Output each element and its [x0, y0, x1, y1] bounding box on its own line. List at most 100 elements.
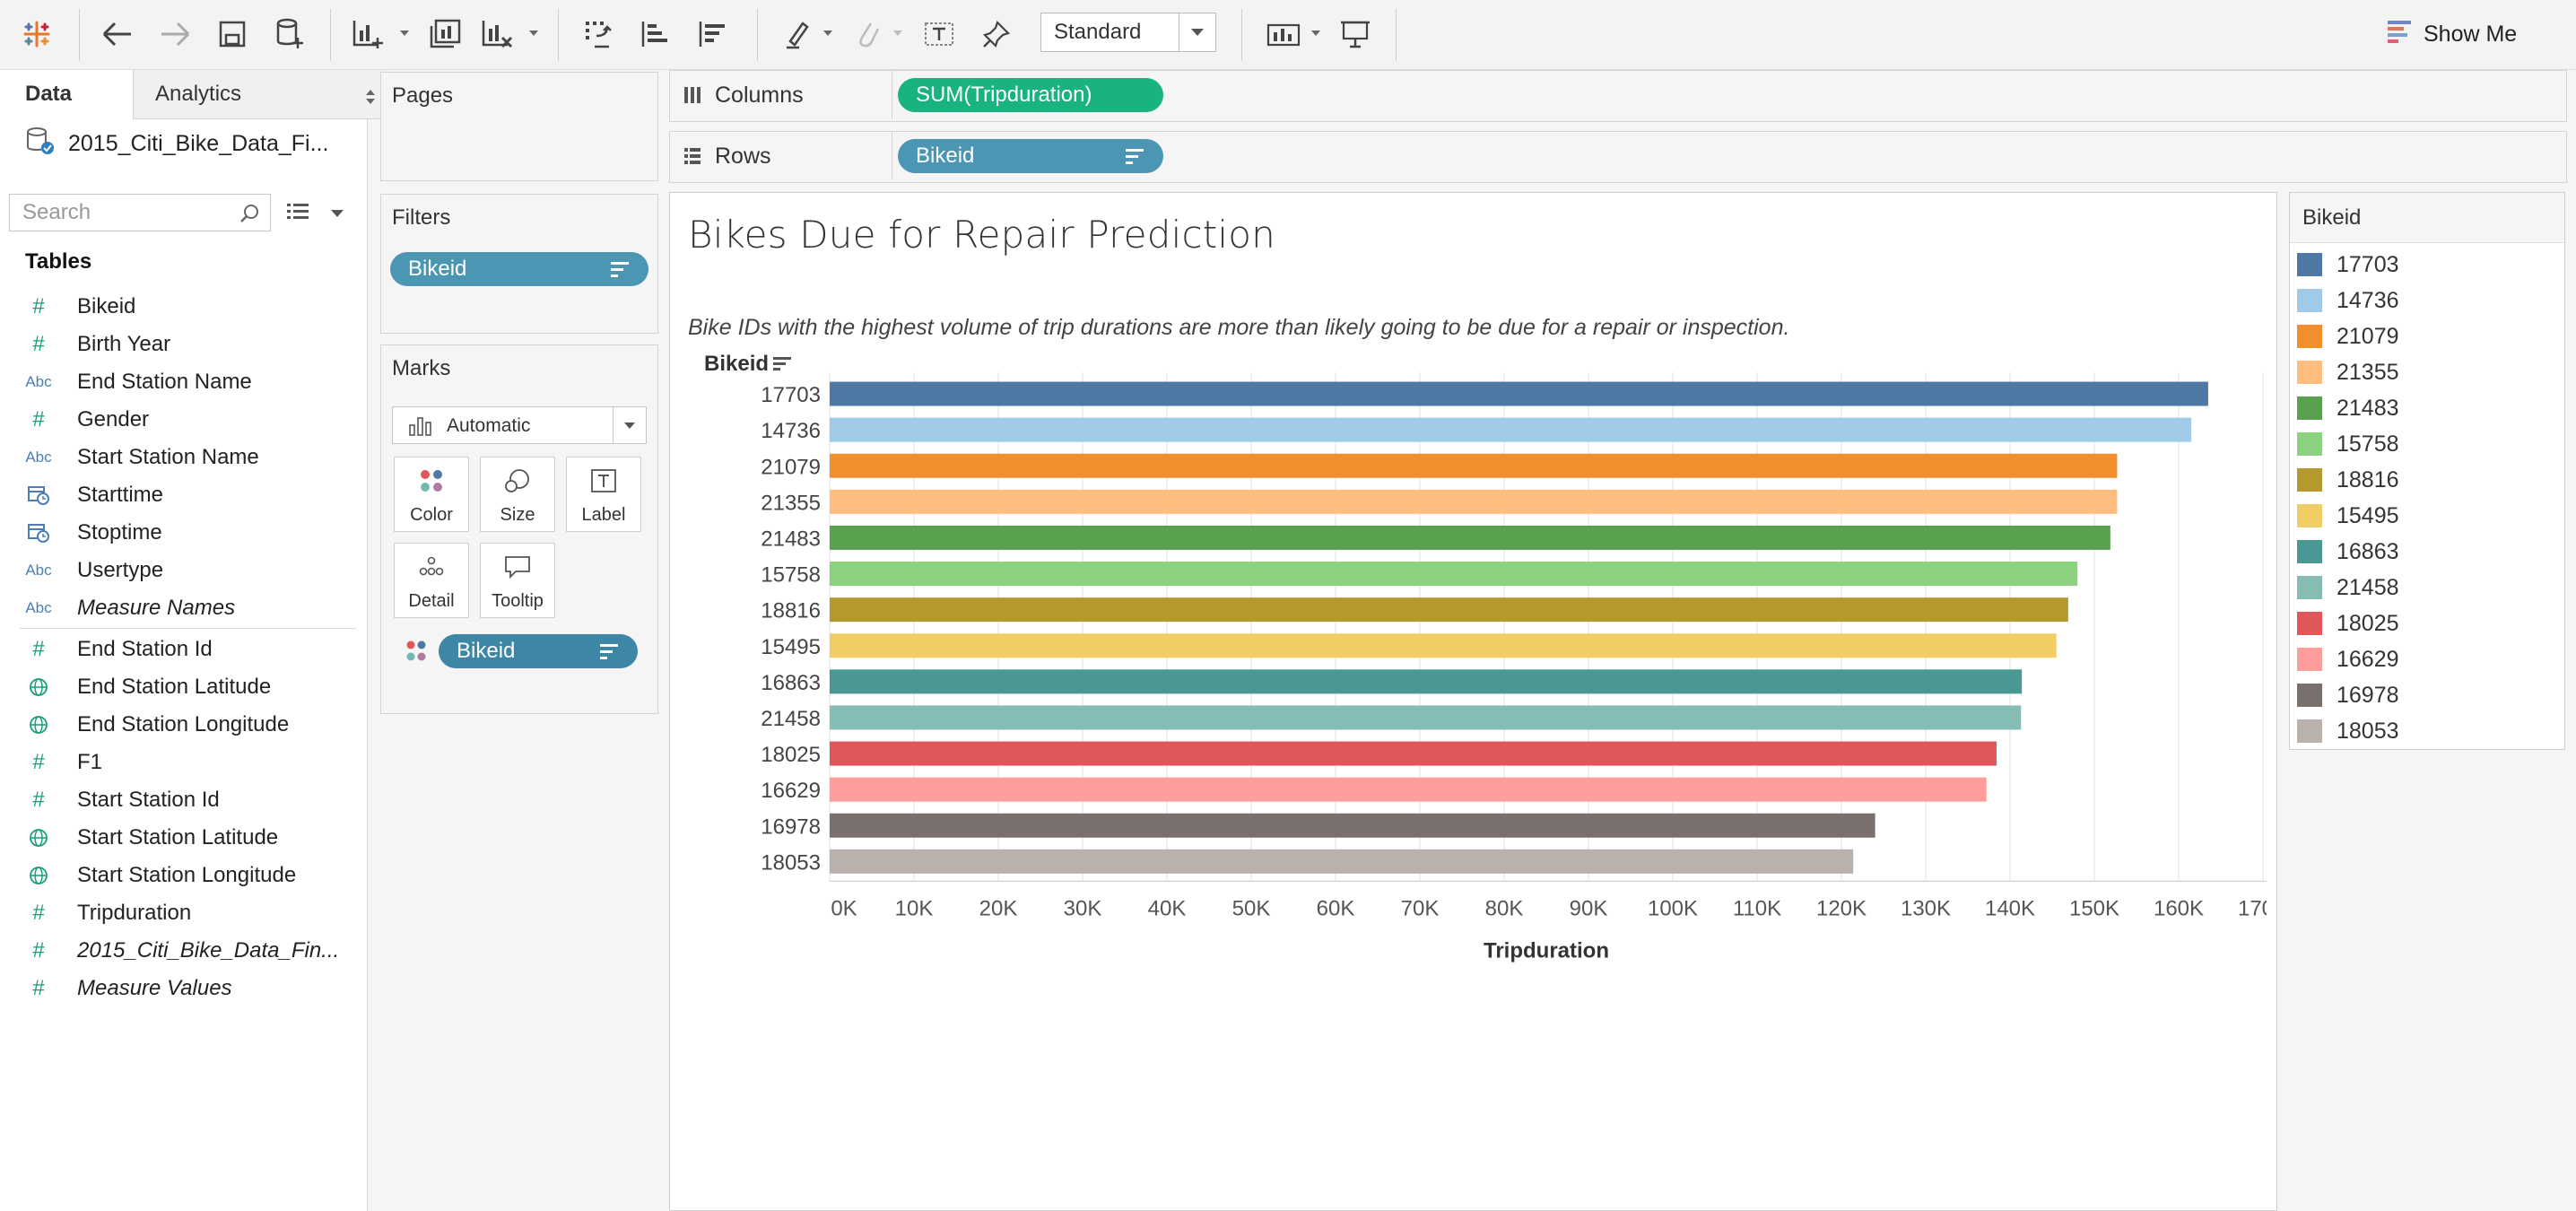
- legend-item[interactable]: 21483: [2297, 390, 2399, 426]
- bar-17703[interactable]: [830, 381, 2208, 406]
- bar-21458[interactable]: [830, 705, 2022, 730]
- legend-item[interactable]: 17703: [2297, 247, 2399, 283]
- legend-item[interactable]: 18025: [2297, 606, 2399, 641]
- field-item[interactable]: End Station Longitude: [0, 707, 289, 743]
- bar-16863[interactable]: [830, 669, 2023, 694]
- bar-14736[interactable]: [830, 417, 2192, 442]
- bar-15758[interactable]: [830, 562, 2078, 587]
- new-worksheet-icon[interactable]: [348, 13, 389, 56]
- field-item[interactable]: End Station Latitude: [0, 669, 271, 705]
- field-item[interactable]: Abc Measure Names: [0, 590, 235, 626]
- show-me-button[interactable]: Show Me: [2386, 13, 2517, 56]
- legend-item[interactable]: 21458: [2297, 570, 2399, 606]
- rows-shelf[interactable]: Rows Bikeid: [669, 131, 2567, 183]
- geographic-type-icon: [0, 827, 77, 849]
- search-input[interactable]: Search: [9, 194, 271, 231]
- bar-16978[interactable]: [830, 813, 1875, 838]
- bar-21483[interactable]: [830, 525, 2110, 550]
- bar-18053[interactable]: [830, 849, 1854, 874]
- field-item[interactable]: # Measure Values: [0, 971, 231, 1006]
- legend-item[interactable]: 16863: [2297, 534, 2399, 570]
- legend-item[interactable]: 18816: [2297, 462, 2399, 498]
- field-item[interactable]: Start Station Longitude: [0, 858, 296, 893]
- show-cards-icon[interactable]: [1261, 13, 1306, 56]
- bar-chart[interactable]: Bikeid 17703 14736 21079 21355 21483 15758 1881…: [670, 354, 2267, 1207]
- marks-label-button[interactable]: Label: [566, 457, 641, 532]
- tooltip-icon: [481, 554, 554, 579]
- sort-ascending-icon[interactable]: [635, 13, 676, 56]
- field-item[interactable]: Abc Usertype: [0, 553, 163, 588]
- marks-detail-button[interactable]: Detail: [394, 543, 469, 618]
- tab-analytics[interactable]: Analytics: [133, 70, 390, 119]
- undo-icon[interactable]: [97, 13, 138, 56]
- sort-descending-icon[interactable]: [692, 13, 734, 56]
- datasource-item[interactable]: 2015_Citi_Bike_Data_Fi...: [25, 126, 328, 161]
- view-as-list-icon[interactable]: [285, 199, 310, 229]
- group-members-icon[interactable]: [847, 13, 888, 56]
- bar-16629[interactable]: [830, 777, 1987, 802]
- x-tick-label: 0K: [831, 896, 857, 920]
- field-item[interactable]: # Birth Year: [0, 327, 170, 362]
- viz-view[interactable]: Bikes Due for Repair Prediction Bike IDs…: [669, 192, 2277, 1211]
- show-me-label: Show Me: [2424, 21, 2518, 47]
- legend-item[interactable]: 15495: [2297, 498, 2399, 534]
- legend-item[interactable]: 16629: [2297, 641, 2399, 677]
- columns-shelf[interactable]: Columns SUM(Tripduration): [669, 70, 2567, 122]
- show-mark-labels-icon[interactable]: [918, 13, 960, 56]
- legend-item[interactable]: 14736: [2297, 283, 2399, 318]
- field-item[interactable]: Abc Start Station Name: [0, 440, 258, 475]
- presentation-mode-icon[interactable]: [1335, 13, 1376, 56]
- geographic-type-icon: [0, 865, 77, 886]
- bar-18025[interactable]: [830, 741, 1997, 766]
- field-item[interactable]: # End Station Id: [0, 632, 212, 667]
- marks-size-button[interactable]: Size: [480, 457, 555, 532]
- redo-icon[interactable]: [154, 13, 196, 56]
- pages-card[interactable]: Pages: [380, 72, 658, 181]
- new-data-source-icon[interactable]: [269, 13, 310, 56]
- pane-menu-chevron-icon[interactable]: [330, 206, 344, 222]
- row-header-sort-icon[interactable]: [773, 357, 791, 370]
- field-item[interactable]: # Bikeid: [0, 289, 135, 325]
- y-tick-label: 16629: [761, 779, 821, 803]
- clear-sheet-icon[interactable]: [477, 13, 518, 56]
- swap-rows-columns-icon[interactable]: [578, 13, 619, 56]
- filter-pill-bikeid[interactable]: Bikeid: [390, 252, 648, 286]
- field-name: Start Station Id: [77, 788, 220, 812]
- legend-item[interactable]: 18053: [2297, 713, 2399, 749]
- rows-pill-label: Bikeid: [916, 144, 975, 168]
- bar-21355[interactable]: [830, 489, 2118, 514]
- field-item[interactable]: # Tripduration: [0, 895, 191, 931]
- field-item[interactable]: Stoptime: [0, 515, 162, 551]
- color-legend[interactable]: Bikeid 17703 14736 21079 21355 21483 15758 188…: [2289, 192, 2565, 750]
- fix-axes-pin-icon[interactable]: [976, 13, 1017, 56]
- legend-item[interactable]: 21355: [2297, 354, 2399, 390]
- highlight-icon[interactable]: [777, 13, 818, 56]
- marks-tooltip-button[interactable]: Tooltip: [480, 543, 555, 618]
- duplicate-sheet-icon[interactable]: [425, 13, 466, 56]
- field-item[interactable]: Start Station Latitude: [0, 820, 278, 856]
- field-item[interactable]: Starttime: [0, 477, 163, 513]
- bar-18816[interactable]: [830, 597, 2068, 623]
- field-item[interactable]: # F1: [0, 745, 102, 780]
- mark-type-select[interactable]: Automatic: [392, 406, 647, 444]
- field-item[interactable]: #2015_Citi_Bike_Data_Fin...: [0, 933, 339, 969]
- filters-card[interactable]: Filters Bikeid: [380, 194, 658, 334]
- field-item[interactable]: Abc End Station Name: [0, 364, 252, 400]
- marks-color-button[interactable]: Color: [394, 457, 469, 532]
- legend-item[interactable]: 16978: [2297, 677, 2399, 713]
- field-name: End Station Name: [77, 370, 252, 394]
- tableau-logo-icon[interactable]: [18, 13, 56, 56]
- x-tick-label: 50K: [1232, 896, 1271, 920]
- legend-item[interactable]: 21079: [2297, 318, 2399, 354]
- field-item[interactable]: # Start Station Id: [0, 782, 220, 818]
- fit-select[interactable]: Standard: [1040, 13, 1216, 52]
- field-item[interactable]: # Gender: [0, 402, 149, 438]
- marks-pill-bikeid[interactable]: Bikeid: [439, 634, 638, 668]
- number-type-icon: #: [32, 788, 45, 812]
- bar-21079[interactable]: [830, 453, 2118, 478]
- bar-15495[interactable]: [830, 633, 2057, 658]
- columns-pill-sum-tripduration[interactable]: SUM(Tripduration): [898, 78, 1163, 112]
- save-icon[interactable]: [212, 13, 253, 56]
- legend-item[interactable]: 15758: [2297, 426, 2399, 462]
- rows-pill-bikeid[interactable]: Bikeid: [898, 139, 1163, 173]
